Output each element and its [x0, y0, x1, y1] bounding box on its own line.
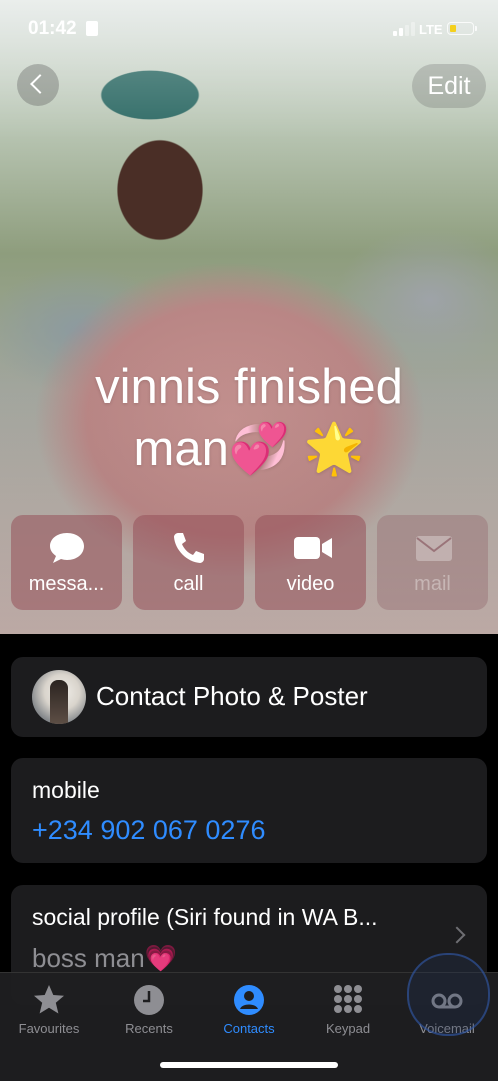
chevron-left-icon	[30, 74, 50, 94]
tab-favourites-label: Favourites	[18, 1021, 80, 1036]
quick-actions: messa... call video mail	[11, 515, 488, 610]
message-icon	[50, 533, 84, 563]
video-icon	[294, 537, 332, 559]
contact-photo-poster-label: Contact Photo & Poster	[96, 681, 368, 711]
tab-contacts[interactable]: Contacts	[200, 981, 298, 1041]
message-button[interactable]: messa...	[11, 515, 122, 610]
back-button[interactable]	[17, 64, 59, 106]
keypad-icon	[334, 985, 362, 1013]
assistive-touch-button[interactable]	[407, 953, 490, 1036]
person-icon	[234, 985, 264, 1015]
tab-keypad[interactable]: Keypad	[299, 981, 397, 1041]
mail-label: mail	[414, 573, 451, 595]
contact-photo-poster-row[interactable]: Contact Photo & Poster	[11, 657, 487, 737]
social-profile-value: boss man💗	[32, 943, 178, 973]
home-indicator[interactable]	[160, 1062, 338, 1068]
tab-recents[interactable]: Recents	[100, 981, 198, 1041]
tab-keypad-label: Keypad	[325, 1021, 371, 1036]
sim-card-icon	[86, 21, 98, 36]
contact-poster: 01:42 LTE Edit vinnis finished man💞 🌟 me…	[0, 0, 498, 634]
phone-icon	[174, 533, 204, 563]
call-label: call	[173, 573, 204, 595]
status-bar: 01:42 LTE	[0, 0, 498, 60]
mobile-number-link[interactable]: +234 902 067 0276	[32, 815, 265, 846]
message-label: messa...	[28, 573, 105, 595]
call-button[interactable]: call	[133, 515, 244, 610]
mail-icon	[416, 536, 452, 561]
tab-favourites[interactable]: Favourites	[0, 981, 98, 1041]
avatar	[32, 670, 86, 724]
chevron-right-icon	[448, 926, 466, 944]
status-time: 01:42	[28, 18, 77, 39]
edit-button[interactable]: Edit	[412, 64, 486, 108]
tab-recents-label: Recents	[125, 1021, 173, 1036]
mail-button[interactable]: mail	[377, 515, 488, 610]
tab-contacts-label: Contacts	[223, 1021, 275, 1036]
network-type: LTE	[419, 22, 443, 37]
contact-name-line1: vinnis finished	[95, 360, 403, 414]
mobile-row[interactable]: mobile +234 902 067 0276	[11, 758, 487, 863]
mobile-label: mobile	[32, 777, 100, 803]
contact-name: vinnis finished man💞 🌟	[20, 356, 478, 480]
star-icon	[34, 985, 64, 1014]
contact-name-line2: man💞 🌟	[133, 422, 365, 476]
cellular-signal-icon	[393, 22, 415, 36]
battery-icon	[447, 22, 477, 35]
video-label: video	[286, 573, 335, 595]
video-button[interactable]: video	[255, 515, 366, 610]
clock-icon	[134, 985, 164, 1015]
social-profile-label: social profile (Siri found in WA B...	[32, 904, 378, 930]
